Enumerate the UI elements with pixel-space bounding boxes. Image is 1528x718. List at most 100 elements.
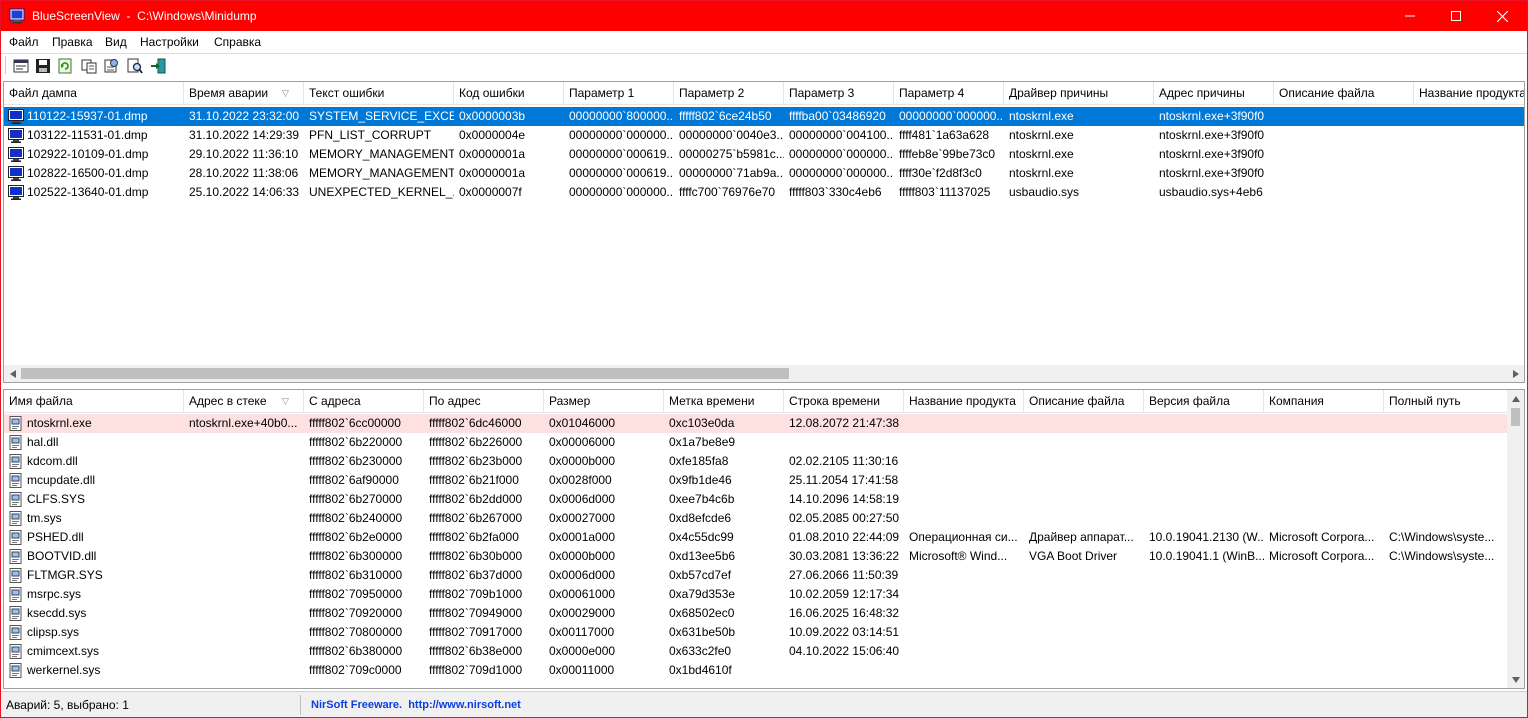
module-row[interactable]: ksecdd.sys fffff802`70920000 fffff802`7094… — [4, 604, 1524, 623]
crash-column-header-9[interactable]: Адрес причины — [1154, 82, 1274, 105]
html-report-icon — [104, 59, 118, 73]
crash-row-cell: 103122-11531-01.dmp — [27, 128, 148, 142]
module-row-cell — [1144, 490, 1264, 509]
module-column-header-11[interactable]: Полный путь — [1384, 390, 1508, 413]
module-row-cell: 10.0.19041.1 (WinB... — [1149, 549, 1264, 563]
module-row-cell: fffff802`6b310000 — [309, 568, 403, 582]
scroll-left-button[interactable] — [4, 365, 21, 382]
crash-row[interactable]: 102522-13640-01.dmp 25.10.2022 14:06:33 UN… — [4, 183, 1524, 202]
module-row[interactable]: cmimcext.sys fffff802`6b380000 fffff802`6b… — [4, 642, 1524, 661]
maximize-button[interactable] — [1433, 1, 1479, 31]
crash-row-cell: 31.10.2022 23:32:00 — [189, 109, 300, 123]
module-row-cell — [1144, 661, 1264, 680]
module-row-cell — [1144, 642, 1264, 661]
copy-button[interactable] — [80, 57, 98, 75]
crash-column-header-6[interactable]: Параметр 3 — [784, 82, 894, 105]
module-row-cell — [904, 490, 1024, 509]
crash-list-horizontal-scrollbar[interactable] — [4, 365, 1524, 382]
crash-column-header-11[interactable]: Название продукта — [1414, 82, 1524, 105]
module-row[interactable]: ntoskrnl.exe ntoskrnl.exe+40b0... fffff802… — [4, 414, 1524, 433]
find-button[interactable] — [126, 57, 144, 75]
module-row-cell: fffff802`6b23b000 — [429, 454, 523, 468]
scroll-right-button[interactable] — [1507, 365, 1524, 382]
module-row-cell: fffff802`6b300000 — [309, 549, 403, 563]
module-column-header-3[interactable]: По адрес — [424, 390, 544, 413]
save-button[interactable] — [34, 57, 52, 75]
module-column-header-5[interactable]: Метка времени — [664, 390, 784, 413]
app-icon — [9, 8, 25, 24]
crash-row[interactable]: 102922-10109-01.dmp 29.10.2022 11:36:10 ME… — [4, 145, 1524, 164]
module-row[interactable]: msrpc.sys fffff802`70950000 fffff802`709b1… — [4, 585, 1524, 604]
properties-button[interactable] — [12, 57, 30, 75]
exit-button[interactable] — [149, 57, 167, 75]
crash-column-header-2[interactable]: Текст ошибки — [304, 82, 454, 105]
refresh-button[interactable] — [56, 57, 74, 75]
module-row[interactable]: tm.sys fffff802`6b240000 fffff802`6b267000… — [4, 509, 1524, 528]
crash-row[interactable]: 110122-15937-01.dmp 31.10.2022 23:32:00 SY… — [4, 107, 1524, 126]
module-row-cell — [1144, 566, 1264, 585]
crash-row-cell: 00000000`000619... — [569, 147, 674, 161]
module-row-cell — [1264, 433, 1384, 452]
copy-icon — [81, 59, 97, 74]
modules-vertical-scrollbar[interactable] — [1507, 390, 1524, 688]
module-row-cell: kdcom.dll — [27, 454, 78, 468]
module-row-cell — [1264, 623, 1384, 642]
module-row-cell — [784, 433, 904, 452]
status-bar: Аварий: 5, выбрано: 1 NirSoft Freeware. … — [1, 691, 1527, 717]
crash-column-header-5[interactable]: Параметр 2 — [674, 82, 784, 105]
toolbar-grip — [5, 56, 7, 74]
module-row-cell: 0x631be50b — [669, 625, 736, 639]
module-column-header-6[interactable]: Строка времени — [784, 390, 904, 413]
menu-file[interactable]: Файл — [9, 35, 39, 49]
menu-settings[interactable]: Настройки — [140, 35, 199, 49]
module-row-cell — [1024, 509, 1144, 528]
module-column-header-8[interactable]: Описание файла — [1024, 390, 1144, 413]
crash-row[interactable]: 103122-11531-01.dmp 31.10.2022 14:29:39 PF… — [4, 126, 1524, 145]
module-column-header-2[interactable]: С адреса — [304, 390, 424, 413]
close-button[interactable] — [1479, 1, 1525, 31]
crash-column-header-0[interactable]: Файл дампа — [4, 82, 184, 105]
crash-row[interactable]: 102822-16500-01.dmp 28.10.2022 11:38:06 ME… — [4, 164, 1524, 183]
module-row-cell — [1144, 452, 1264, 471]
module-row[interactable]: hal.dll fffff802`6b220000 fffff802`6b22600… — [4, 433, 1524, 452]
horizontal-scroll-thumb[interactable] — [21, 368, 789, 379]
minimize-button[interactable] — [1387, 1, 1433, 31]
module-row-cell: 30.03.2081 13:36:22 — [789, 549, 900, 563]
crash-row-cell: 31.10.2022 14:29:39 — [189, 128, 300, 142]
crash-column-header-3[interactable]: Код ошибки — [454, 82, 564, 105]
module-row[interactable]: FLTMGR.SYS fffff802`6b310000 fffff802`6b37… — [4, 566, 1524, 585]
module-row-cell: 0x01046000 — [549, 416, 616, 430]
vertical-scroll-thumb[interactable] — [1511, 408, 1520, 426]
module-row-cell: fffff802`6b220000 — [309, 435, 403, 449]
html-report-button[interactable] — [102, 57, 120, 75]
nirsoft-link[interactable]: NirSoft Freeware. http://www.nirsoft.net — [311, 695, 521, 715]
scroll-down-button[interactable] — [1507, 671, 1524, 688]
crash-column-header-7[interactable]: Параметр 4 — [894, 82, 1004, 105]
module-row-cell: 25.11.2054 17:41:58 — [789, 473, 899, 487]
module-column-header-0[interactable]: Имя файла — [4, 390, 184, 413]
module-row[interactable]: BOOTVID.dll fffff802`6b300000 fffff802`6b3… — [4, 547, 1524, 566]
module-row[interactable]: CLFS.SYS fffff802`6b270000 fffff802`6b2dd0… — [4, 490, 1524, 509]
module-row-cell — [1144, 414, 1264, 433]
module-column-header-7[interactable]: Название продукта — [904, 390, 1024, 413]
crash-column-header-10[interactable]: Описание файла — [1274, 82, 1414, 105]
crash-column-header-4[interactable]: Параметр 1 — [564, 82, 674, 105]
scroll-up-button[interactable] — [1507, 390, 1524, 407]
module-row-cell: CLFS.SYS — [27, 492, 86, 506]
module-column-header-9[interactable]: Версия файла — [1144, 390, 1264, 413]
module-row-cell — [184, 509, 304, 528]
crash-row-cell: ntoskrnl.exe+3f90f0 — [1159, 166, 1265, 180]
module-row[interactable]: PSHED.dll fffff802`6b2e0000 fffff802`6b2fa… — [4, 528, 1524, 547]
module-row[interactable]: clipsp.sys fffff802`70800000 fffff802`7091… — [4, 623, 1524, 642]
menu-help[interactable]: Справка — [214, 35, 261, 49]
menu-view[interactable]: Вид — [105, 35, 127, 49]
crash-column-header-8[interactable]: Драйвер причины — [1004, 82, 1154, 105]
module-row[interactable]: werkernel.sys fffff802`709c0000 fffff802`7… — [4, 661, 1524, 680]
module-row[interactable]: kdcom.dll fffff802`6b230000 fffff802`6b23b… — [4, 452, 1524, 471]
module-row-cell: fffff802`6b37d000 — [429, 568, 523, 582]
menu-edit[interactable]: Правка — [52, 35, 93, 49]
module-column-header-10[interactable]: Компания — [1264, 390, 1384, 413]
module-column-header-4[interactable]: Размер — [544, 390, 664, 413]
module-row[interactable]: mcupdate.dll fffff802`6af90000 fffff802`6b… — [4, 471, 1524, 490]
crash-row-cell: ffffc700`76976e70 — [679, 185, 776, 199]
